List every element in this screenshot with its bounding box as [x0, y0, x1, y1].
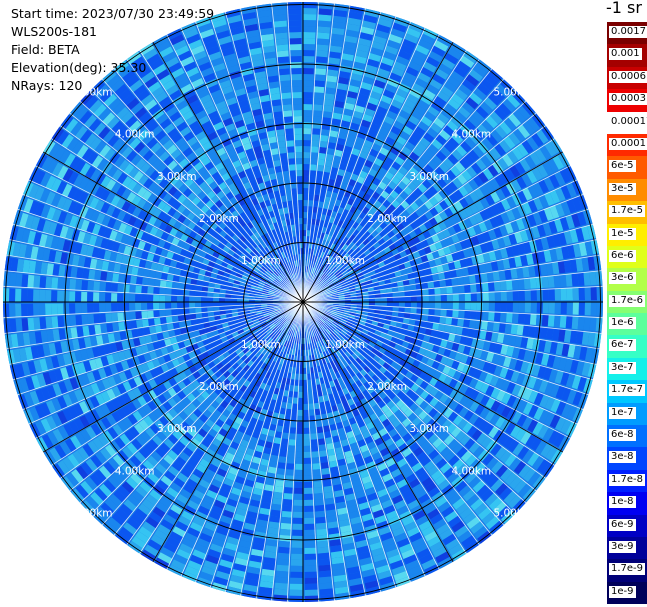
range-label: 4.00km [115, 129, 155, 141]
range-label: 5.00km [493, 87, 533, 99]
colorbar-cell: 6e-8 [607, 425, 647, 448]
colorbar-cell: 1.7e-8 [607, 469, 647, 493]
colorbar-cell: 0.001 [607, 44, 647, 67]
colorbar-label: 0.0006 [609, 70, 647, 83]
colorbar-cell: 3e-6 [607, 268, 647, 291]
colorbar-label: 3e-7 [609, 361, 636, 374]
colorbar-label: 3e-6 [609, 272, 636, 285]
colorbar-cell: 0.0006 [607, 66, 647, 90]
colorbar-label: 1.7e-7 [609, 384, 646, 397]
range-label: 3.00km [409, 423, 449, 435]
range-label: 1.00km [241, 255, 281, 267]
colorbar-label: 6e-8 [609, 429, 636, 442]
colorbar-label: 6e-9 [609, 518, 636, 531]
range-label: 2.00km [199, 381, 239, 393]
elevation-text: Elevation(deg): 35.30 [11, 60, 147, 75]
colorbar-cell: 1.7e-7 [607, 380, 647, 403]
colorbar-cell: 6e-7 [607, 335, 647, 358]
colorbar-cell: 6e-9 [607, 514, 647, 537]
colorbar-label: 0.001 [609, 48, 642, 61]
range-label: 5.00km [73, 507, 113, 519]
range-label: 4.00km [451, 129, 491, 141]
colorbar-cell: 6e-6 [607, 245, 647, 269]
colorbar-cell: 0.0003 [607, 89, 647, 112]
colorbar-cell: 1.7e-5 [607, 201, 647, 224]
range-label: 1.00km [325, 255, 365, 267]
range-label: 3.00km [409, 171, 449, 183]
nrays-text: NRays: 120 [11, 78, 83, 93]
field-text: Field: BETA [11, 42, 80, 57]
colorbar-cell: 3e-7 [607, 357, 647, 381]
colorbar-label: 1e-8 [609, 496, 636, 509]
range-label: 1.00km [241, 339, 281, 351]
colorbar-label: 1e-7 [609, 406, 636, 419]
colorbar-cell: 3e-5 [607, 178, 647, 202]
range-label: 2.00km [199, 213, 239, 225]
range-label: 3.00km [157, 171, 197, 183]
range-label: 5.00km [493, 507, 533, 519]
lidar-ppi-window: 1.00km 1.00km 1.00km 1.00km 2.00km 2.00km 2.00… [0, 0, 647, 607]
colorbar-label: 0.0001 [609, 137, 647, 150]
colorbar-label: 1.7e-9 [609, 563, 646, 576]
colorbar-label: 1e-5 [609, 227, 636, 240]
colorbar-label: 6e-7 [609, 339, 636, 352]
colorbar-cell: 6e-5 [607, 156, 647, 179]
colorbar-label: 3e-5 [609, 182, 636, 195]
colorbar-cell: 1e-5 [607, 223, 647, 246]
colorbar-cell: 1.7e-6 [607, 290, 647, 314]
colorbar-label: 6e-5 [609, 160, 636, 173]
start-time-text: Start time: 2023/07/30 23:49:59 [11, 6, 215, 21]
colorbar-cell: 0.0017 [607, 22, 647, 45]
colorbar-label: 3e-8 [609, 451, 636, 464]
colorbar-cell: 1.7e-9 [607, 559, 647, 582]
range-label: 1.00km [325, 339, 365, 351]
colorbar-label: 1.7e-5 [609, 205, 646, 218]
range-label: 4.00km [451, 465, 491, 477]
range-label: 2.00km [367, 381, 407, 393]
colorbar-label: 0.0003 [609, 93, 647, 106]
range-label: 3.00km [157, 423, 197, 435]
colorbar-cell: 1e-6 [607, 313, 647, 336]
range-label: 4.00km [115, 465, 155, 477]
colorbar-title: -1 sr [606, 0, 642, 17]
colorbar-label: 6e-6 [609, 249, 636, 262]
colorbar-cell: 3e-9 [607, 536, 647, 560]
colorbar-label: 0.0017 [609, 26, 647, 38]
colorbar-label: 0.00017 [609, 115, 647, 128]
colorbar-cell: 3e-8 [607, 447, 647, 470]
colorbar-cell: 0.0001 [607, 133, 647, 157]
colorbar-label: 1.7e-8 [609, 473, 646, 486]
colorbar-label: 3e-9 [609, 540, 636, 553]
instrument-text: WLS200s-181 [11, 24, 97, 39]
colorbar-cell: 1e-7 [607, 402, 647, 426]
colorbar-label: 1.7e-6 [609, 294, 646, 307]
range-label: 2.00km [367, 213, 407, 225]
colorbar-label: 1e-6 [609, 317, 636, 330]
colorbar: 0.0017 0.001 0.0006 0.0003 0.00017 0.0001 6e-5… [607, 22, 647, 605]
ppi-plot[interactable]: 1.00km 1.00km 1.00km 1.00km 2.00km 2.00km 2.00… [0, 0, 647, 607]
colorbar-cell: 1e-9 [607, 581, 647, 605]
colorbar-label: 1e-9 [609, 585, 636, 598]
colorbar-cell: 1e-8 [607, 492, 647, 515]
colorbar-cell: 0.00017 [607, 111, 647, 134]
